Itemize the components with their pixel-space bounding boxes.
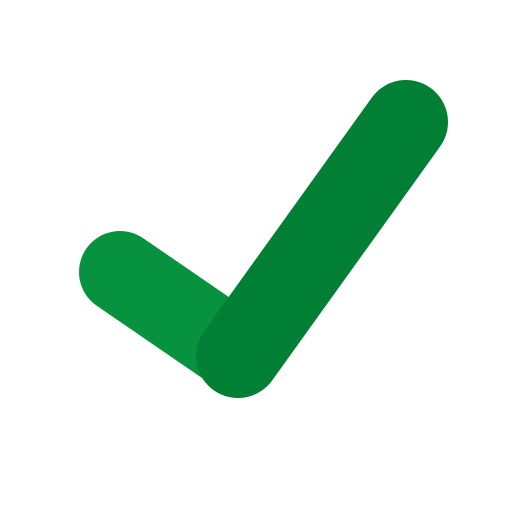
checkmark-icon	[79, 80, 448, 398]
canvas	[0, 0, 512, 512]
checkmark-long-stroke	[196, 80, 448, 398]
